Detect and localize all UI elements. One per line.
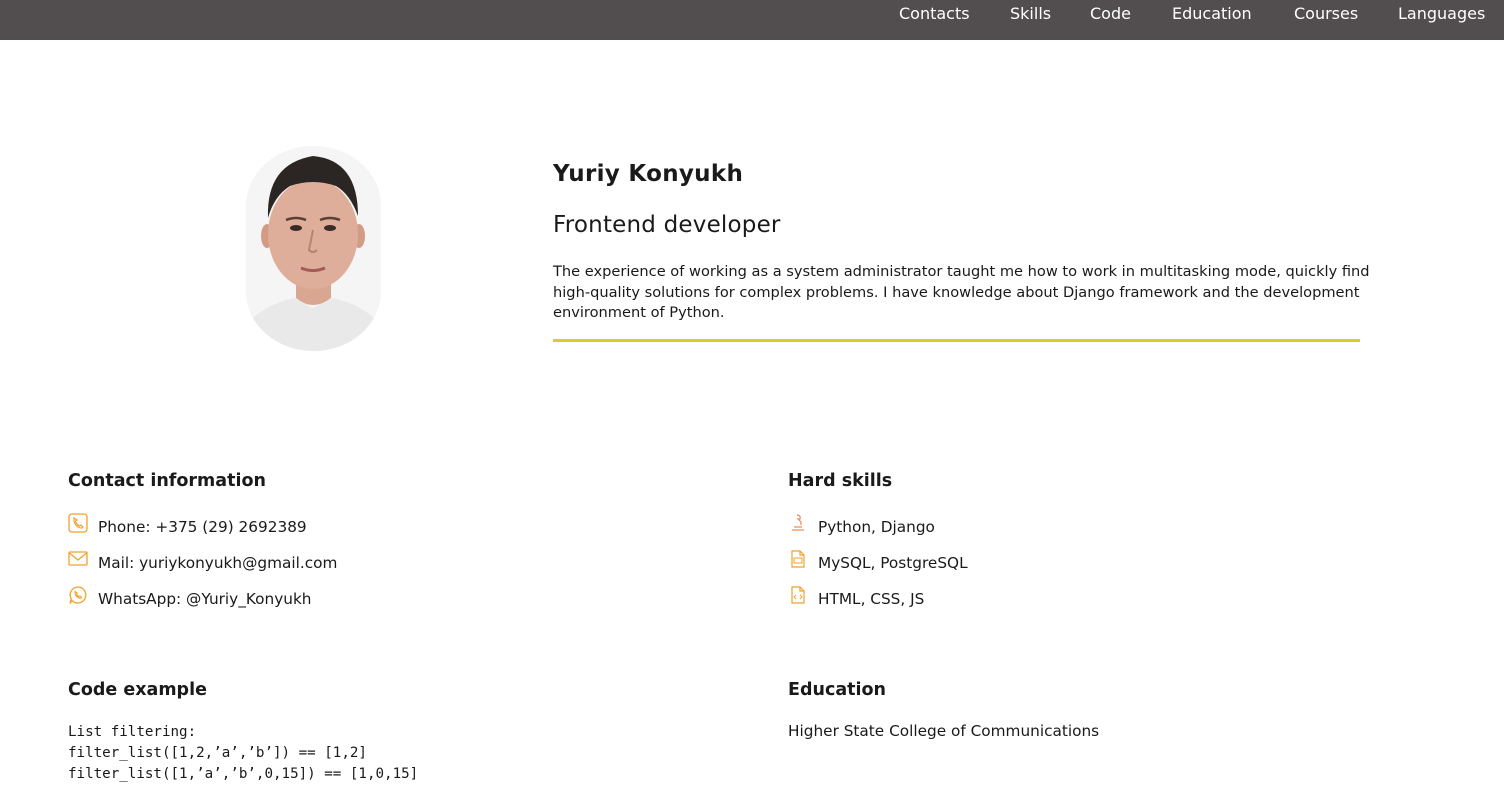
education-institution: Higher State College of Communications [788,722,1100,740]
contact-text: Mail: yuriykonyukh@gmail.com [98,554,338,572]
whatsapp-icon [68,585,88,605]
contact-text: Phone: +375 (29) 2692389 [98,518,307,536]
nav-link-skills[interactable]: Skills [1010,4,1051,23]
profile-about: The experience of working as a system ad… [553,263,1370,321]
skills-heading: Hard skills [788,471,893,491]
python-icon [788,513,808,533]
nav-link-contacts[interactable]: Contacts [899,4,970,23]
nav-link-courses[interactable]: Courses [1294,4,1358,23]
skill-item-python: Python, Django [788,514,935,537]
skill-item-sql: MySQL, PostgreSQL [788,550,968,573]
sql-file-icon [788,549,808,569]
nav-link-languages[interactable]: Languages [1398,4,1485,23]
skill-text: HTML, CSS, JS [818,590,925,608]
skill-item-html: HTML, CSS, JS [788,586,925,609]
education-heading: Education [788,680,886,700]
contact-item-phone[interactable]: Phone: +375 (29) 2692389 [68,513,307,537]
skill-text: MySQL, PostgreSQL [818,554,968,572]
contact-item-mail[interactable]: Mail: yuriykonyukh@gmail.com [68,551,338,573]
nav-link-code[interactable]: Code [1090,4,1131,23]
contact-item-whatsapp[interactable]: WhatsApp: @Yuriy_Konyukh [68,586,312,609]
profile-photo [246,146,381,351]
nav-link-education[interactable]: Education [1172,4,1252,23]
top-navigation: Contacts Skills Code Education Courses L… [0,0,1504,40]
contacts-heading: Contact information [68,471,266,491]
code-example: List filtering: filter_list([1,2,’a’,’b’… [68,724,419,782]
phone-icon [68,513,88,533]
code-heading: Code example [68,680,207,700]
mail-icon [68,549,88,569]
contact-text: WhatsApp: @Yuriy_Konyukh [98,590,312,608]
html-file-icon [788,585,808,605]
profile-role: Frontend developer [553,212,781,238]
section-divider [553,339,1360,342]
skill-text: Python, Django [818,518,935,536]
profile-name: Yuriy Konyukh [553,161,744,187]
